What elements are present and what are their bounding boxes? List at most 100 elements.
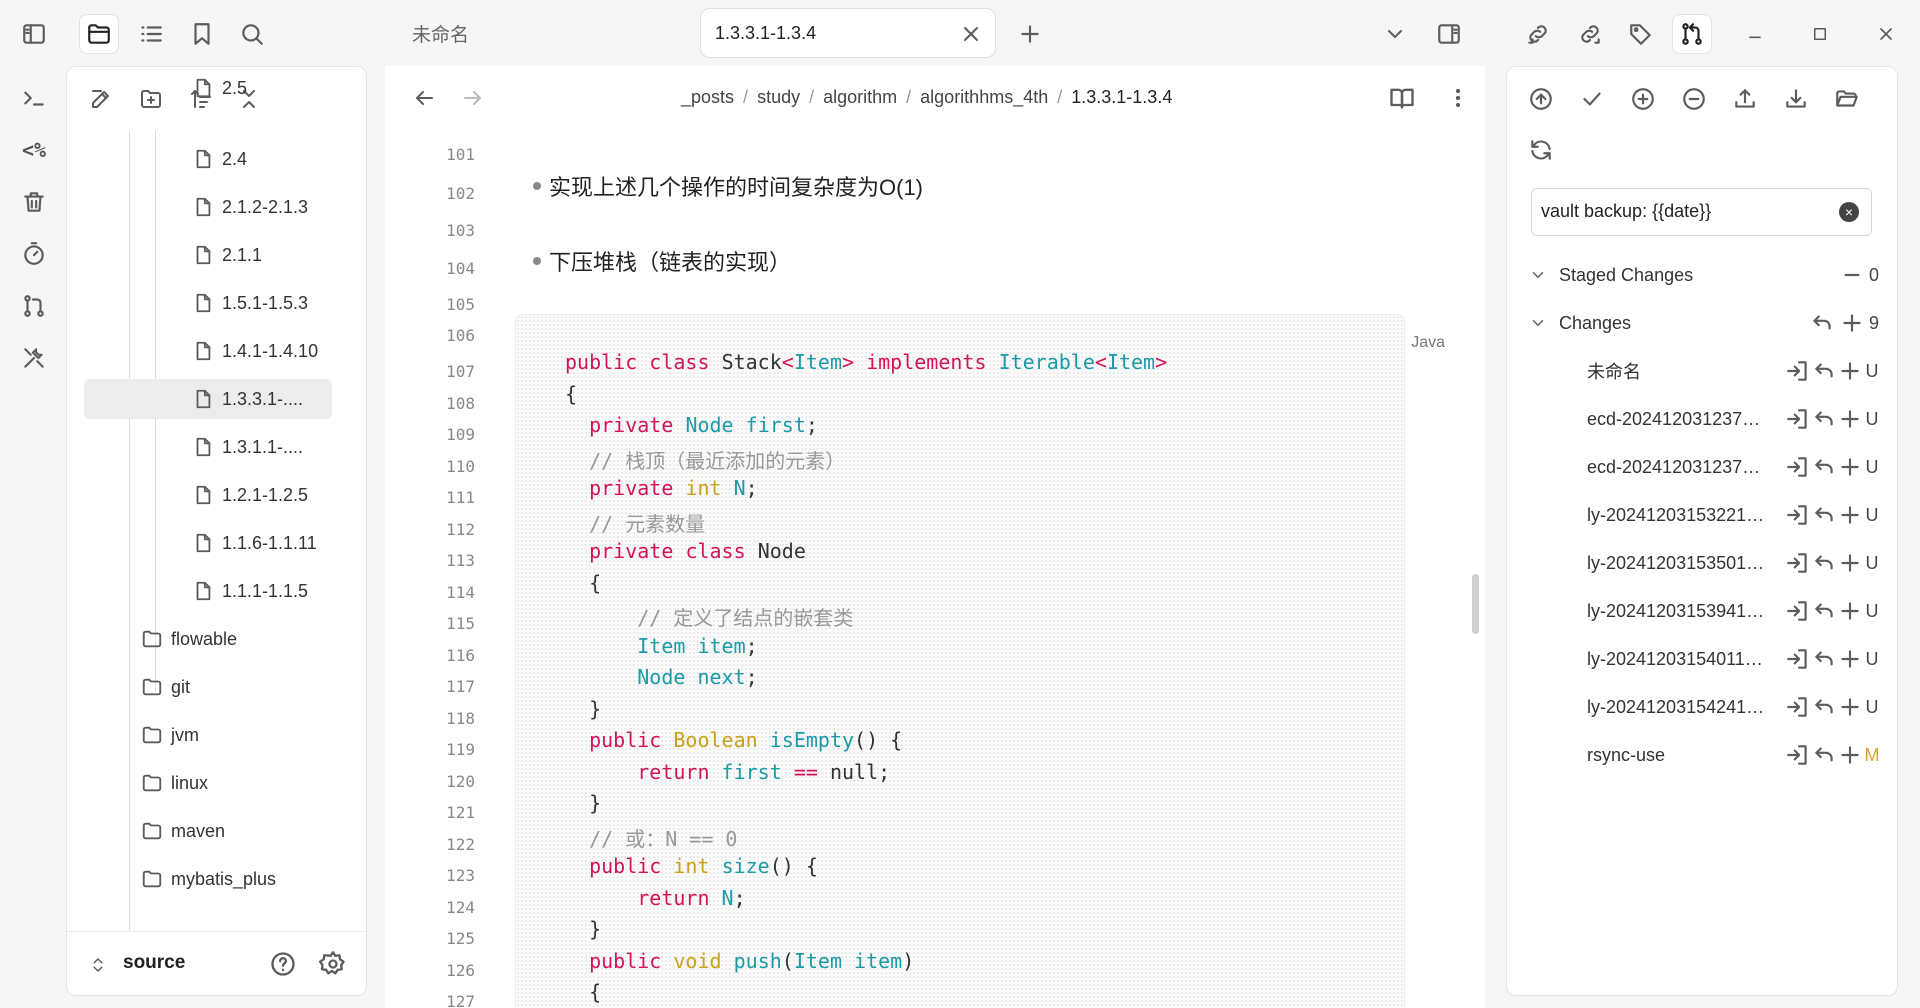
push-button[interactable] [1523, 81, 1559, 117]
tab-active-note[interactable]: 1.3.3.1-1.3.4 [700, 8, 996, 58]
open-file-icon[interactable] [1785, 646, 1811, 672]
folder-item[interactable]: maven [67, 811, 225, 851]
stage-icon[interactable] [1837, 550, 1863, 576]
discard-icon[interactable] [1811, 358, 1837, 384]
discard-icon[interactable] [1811, 646, 1837, 672]
folder-item[interactable]: flowable [67, 619, 237, 659]
changed-file-item[interactable]: ecd-20241203123798765 U [1587, 447, 1881, 487]
toggle-right-sidebar-button[interactable] [1429, 14, 1469, 54]
changed-file-item[interactable]: ecd-20241203123712345 U [1587, 399, 1881, 439]
timer-button[interactable] [14, 234, 54, 274]
templater-button[interactable]: <% [14, 130, 54, 170]
stage-icon[interactable] [1837, 598, 1863, 624]
file-item[interactable]: 2.1.2-2.1.3 [67, 187, 347, 227]
tab-untitled[interactable]: 未命名 [412, 20, 469, 47]
changed-file-item[interactable]: ly-20241203153501234 U [1587, 543, 1881, 583]
open-file-icon[interactable] [1785, 550, 1811, 576]
outgoing-links-tab-button[interactable] [1570, 14, 1610, 54]
file-item[interactable]: 1.3.1.1-.... [67, 427, 347, 467]
toggle-left-sidebar-button[interactable] [14, 14, 54, 54]
git-source-control-tab-button[interactable] [1672, 14, 1712, 54]
bullet-line[interactable]: 下压堆栈（链表的实现） [533, 245, 791, 277]
file-item[interactable]: 2.1.1 [67, 235, 347, 275]
discard-icon[interactable] [1811, 742, 1837, 768]
discard-icon[interactable] [1811, 550, 1837, 576]
search-tab-button[interactable] [232, 14, 272, 54]
stage-icon[interactable] [1837, 358, 1863, 384]
bullet-line[interactable]: 实现上述几个操作的时间复杂度为O(1) [533, 170, 923, 202]
files-tab-button[interactable] [79, 14, 119, 54]
chevron-updown-icon[interactable] [89, 954, 107, 976]
open-file-icon[interactable] [1785, 454, 1811, 480]
maximize-window-button[interactable] [1800, 14, 1840, 54]
unstage-all-button[interactable] [1676, 81, 1712, 117]
file-item[interactable]: 1.1.1-1.1.5 [67, 571, 347, 611]
breadcrumb-item[interactable]: 1.3.3.1-1.3.4 [1071, 87, 1172, 107]
file-item[interactable]: 1.4.1-1.4.10 [67, 331, 347, 371]
folder-item[interactable]: git [67, 667, 190, 707]
folder-item[interactable]: mybatis_plus [67, 859, 276, 899]
close-window-button[interactable] [1866, 14, 1906, 54]
discard-icon[interactable] [1811, 406, 1837, 432]
discard-icon[interactable] [1811, 598, 1837, 624]
folder-item[interactable]: jvm [67, 715, 199, 755]
breadcrumb-item[interactable]: study [757, 87, 800, 107]
upload-button[interactable] [1727, 81, 1763, 117]
help-icon[interactable] [269, 950, 297, 978]
reading-view-icon[interactable] [1388, 84, 1416, 112]
file-item[interactable]: 1.2.1-1.2.5 [67, 475, 347, 515]
stage-icon[interactable] [1837, 454, 1863, 480]
stage-icon[interactable] [1837, 502, 1863, 528]
breadcrumb-item[interactable]: algorithhms_4th [920, 87, 1048, 107]
vault-name[interactable]: source [123, 952, 185, 974]
bookmarks-tab-button[interactable] [182, 14, 222, 54]
open-file-icon[interactable] [1785, 406, 1811, 432]
pull-button[interactable] [1778, 81, 1814, 117]
discard-all-icon[interactable] [1809, 310, 1835, 336]
more-options-icon[interactable] [1446, 86, 1470, 110]
changed-file-item[interactable]: ly-20241203154011234 U [1587, 639, 1881, 679]
commit-button[interactable] [1574, 81, 1610, 117]
stage-all-button[interactable] [1625, 81, 1661, 117]
tools-button[interactable] [14, 338, 54, 378]
breadcrumb-item[interactable]: _posts [681, 87, 734, 107]
open-file-icon[interactable] [1785, 598, 1811, 624]
file-item-selected[interactable]: 1.3.3.1-.... [84, 379, 332, 419]
new-tab-button[interactable] [1010, 14, 1050, 54]
stage-icon[interactable] [1837, 694, 1863, 720]
open-file-icon[interactable] [1785, 742, 1811, 768]
changed-file-item[interactable]: ly-20241203153221234 U [1587, 495, 1881, 535]
open-file-icon[interactable] [1785, 502, 1811, 528]
folder-item[interactable]: linux [67, 763, 208, 803]
close-icon[interactable] [959, 22, 983, 46]
editor-scrollbar[interactable] [1472, 574, 1479, 634]
change-layout-button[interactable] [1829, 81, 1865, 117]
clear-icon[interactable]: × [1839, 202, 1859, 222]
unstage-all-icon[interactable] [1839, 262, 1865, 288]
backlinks-tab-button[interactable] [1518, 14, 1558, 54]
minimize-window-button[interactable] [1735, 14, 1775, 54]
stage-icon[interactable] [1837, 742, 1863, 768]
open-file-icon[interactable] [1785, 358, 1811, 384]
tab-list-dropdown[interactable] [1375, 14, 1415, 54]
file-item[interactable]: 1.1.6-1.1.11 [67, 523, 347, 563]
terminal-button[interactable] [14, 78, 54, 118]
arrow-left-icon[interactable] [412, 86, 436, 110]
stage-all-icon[interactable] [1839, 310, 1865, 336]
trash-button[interactable] [14, 182, 54, 222]
tags-tab-button[interactable] [1621, 14, 1661, 54]
changed-file-item[interactable]: ly-20241203153941234 U [1587, 591, 1881, 631]
settings-gear-icon[interactable] [319, 950, 347, 978]
discard-icon[interactable] [1811, 454, 1837, 480]
commit-message-input[interactable]: vault backup: {{date}} × [1531, 188, 1872, 236]
discard-icon[interactable] [1811, 694, 1837, 720]
changes-header[interactable]: Changes 9 [1529, 303, 1879, 343]
outline-tab-button[interactable] [131, 14, 171, 54]
file-item[interactable]: 2.5 [67, 75, 347, 99]
staged-changes-header[interactable]: Staged Changes 0 [1529, 255, 1879, 295]
git-button[interactable] [14, 286, 54, 326]
open-file-icon[interactable] [1785, 694, 1811, 720]
stage-icon[interactable] [1837, 406, 1863, 432]
breadcrumb-item[interactable]: algorithm [823, 87, 897, 107]
changed-file-item[interactable]: ly-20241203154241234 U [1587, 687, 1881, 727]
